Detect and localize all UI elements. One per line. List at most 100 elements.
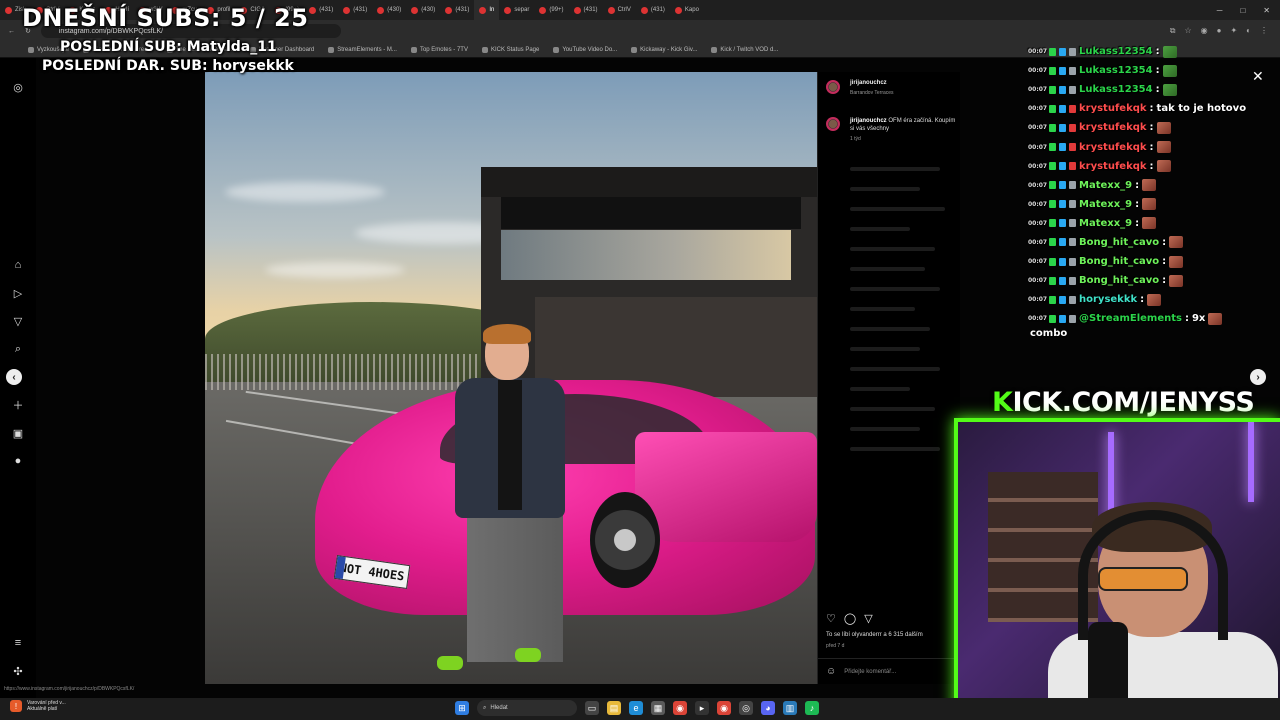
back-icon[interactable]: ←: [8, 28, 15, 35]
like-heart-icon[interactable]: ♡: [826, 612, 836, 625]
close-window-icon[interactable]: ✕: [1263, 6, 1270, 15]
bookmark-item[interactable]: Kick / Twitch VOD d...: [711, 46, 779, 53]
chat-username[interactable]: krystufekqk: [1079, 142, 1147, 153]
chrome-icon[interactable]: ◉: [717, 701, 731, 715]
task-view-icon[interactable]: ▭: [585, 701, 599, 715]
create-icon[interactable]: ＋: [11, 398, 25, 412]
chat-timestamp: 00:07: [1028, 48, 1048, 56]
chat-badge-icon: [1049, 47, 1056, 56]
chat-message: 00:07 Lukass12354:: [1028, 80, 1278, 99]
chat-badge-icon: [1049, 181, 1056, 190]
extension-icon[interactable]: ◉: [1201, 26, 1208, 36]
direct-icon[interactable]: ▽: [11, 314, 25, 328]
bookmark-item[interactable]: StreamElements - M...: [328, 46, 397, 53]
file-explorer-icon[interactable]: ▤: [607, 701, 621, 715]
post-photo[interactable]: NOT 4HOES: [205, 72, 817, 684]
weather-widget[interactable]: ! Varování před v... Aktuálně platí: [10, 700, 66, 712]
chat-username[interactable]: Bong_hit_cavo: [1079, 275, 1159, 286]
stream-screen: Zisk CtrlV Kuwis Havlí w3W mZcu profil CIGA (99+…: [0, 0, 1280, 720]
instagram-logo-icon[interactable]: ◎: [11, 80, 25, 94]
bookmark-label: Kick / Twitch VOD d...: [720, 46, 779, 53]
tab-label: (430): [387, 7, 402, 13]
menu-icon[interactable]: ≡: [11, 636, 25, 650]
store-icon[interactable]: ▦: [651, 701, 665, 715]
star-icon[interactable]: ☆: [1184, 26, 1191, 36]
chat-username[interactable]: Bong_hit_cavo: [1079, 237, 1159, 248]
discord-icon[interactable]: ◕: [761, 701, 775, 715]
post-username[interactable]: jirijanouchcz: [850, 80, 887, 86]
chat-username[interactable]: Bong_hit_cavo: [1079, 256, 1159, 267]
chat-username[interactable]: Lukass12354: [1079, 84, 1153, 95]
bookmark-item[interactable]: YouTube Video Do...: [553, 46, 617, 53]
bookmark-item[interactable]: Kickaway - Kick Giv...: [631, 46, 697, 53]
reels-icon[interactable]: ▷: [11, 286, 25, 300]
search-icon[interactable]: ⌕: [11, 342, 25, 356]
chat-badge-icon: [1059, 143, 1066, 152]
chat-username[interactable]: Lukass12354: [1079, 46, 1153, 57]
chat-message: 00:07 Lukass12354:: [1028, 42, 1278, 61]
home-icon[interactable]: ⌂: [11, 258, 25, 272]
menu-icon[interactable]: ⋮: [1260, 26, 1268, 36]
obs-icon[interactable]: ◎: [739, 701, 753, 715]
browser-tab[interactable]: In: [474, 0, 500, 20]
chat-username[interactable]: krystufekqk: [1079, 122, 1147, 133]
chat-username[interactable]: Matexx_9: [1079, 199, 1132, 210]
taskbar-search[interactable]: ⌕ Hledat: [477, 700, 577, 716]
avatar[interactable]: [826, 117, 840, 131]
avatar[interactable]: [826, 80, 840, 94]
browser-tab[interactable]: Kapo: [670, 0, 704, 20]
profile-icon[interactable]: ◐: [1246, 26, 1251, 36]
maximize-icon[interactable]: □: [1240, 6, 1245, 15]
chat-username[interactable]: horysekkk: [1079, 294, 1137, 305]
browser-tab[interactable]: (431): [569, 0, 603, 20]
chat-colon: :: [1162, 256, 1167, 268]
browser-tab[interactable]: (430): [406, 0, 440, 20]
chat-username[interactable]: @StreamElements: [1079, 313, 1182, 324]
chat-username[interactable]: Lukass12354: [1079, 65, 1153, 76]
chat-badge-icon: [1059, 181, 1066, 190]
previous-post-icon[interactable]: ‹: [6, 369, 22, 385]
bookmark-item[interactable]: KICK Status Page: [481, 46, 539, 53]
chat-colon: :: [1135, 217, 1140, 229]
browser-tab[interactable]: (430): [372, 0, 406, 20]
minimize-icon[interactable]: ─: [1217, 6, 1223, 15]
avatar[interactable]: ●: [11, 454, 25, 468]
meta-icon[interactable]: ✣: [11, 664, 25, 678]
chat-colon: :: [1135, 179, 1140, 191]
post-location[interactable]: Barrandov Terraces: [850, 90, 894, 96]
chat-username[interactable]: krystufekqk: [1079, 161, 1147, 172]
tab-label: Kapo: [684, 7, 699, 13]
chat-emote-icon: [1162, 64, 1177, 77]
tab-label: (99+): [549, 7, 564, 13]
comment-icon[interactable]: ◯: [844, 612, 856, 625]
browser-tab[interactable]: (431): [440, 0, 474, 20]
chat-username[interactable]: krystufekqk: [1079, 103, 1147, 114]
chat-username[interactable]: Matexx_9: [1079, 218, 1132, 229]
emoji-icon[interactable]: ☺: [826, 666, 836, 677]
next-post-icon[interactable]: ›: [1250, 369, 1266, 385]
likes-count[interactable]: To se líbí olyvanderrr a 6 315 dalším: [826, 632, 923, 638]
spotify-icon[interactable]: ♪: [805, 701, 819, 715]
terminal-icon[interactable]: ▸: [695, 701, 709, 715]
browser-tab[interactable]: (431): [304, 0, 338, 20]
share-icon[interactable]: ▽: [864, 612, 872, 625]
chat-username[interactable]: Matexx_9: [1079, 180, 1132, 191]
windows-start-icon[interactable]: ⊞: [455, 701, 469, 715]
threads-icon[interactable]: ▣: [11, 426, 25, 440]
chrome-icon[interactable]: ◉: [673, 701, 687, 715]
bookmark-item[interactable]: Top Emotes - 7TV: [410, 46, 468, 53]
chat-message: 00:07 krystufekqk: tak to je hotovo: [1028, 99, 1278, 118]
browser-tab[interactable]: (99+): [534, 0, 568, 20]
browser-tab[interactable]: CtrlV: [603, 0, 636, 20]
puzzle-icon[interactable]: ✦: [1230, 26, 1237, 36]
comment-input[interactable]: Přidejte komentář...: [844, 669, 896, 675]
browser-tab[interactable]: (431): [338, 0, 372, 20]
edge-icon[interactable]: e: [629, 701, 643, 715]
browser-tab[interactable]: separ: [499, 0, 534, 20]
docs-icon[interactable]: ▥: [783, 701, 797, 715]
extension-icon[interactable]: ●: [1217, 26, 1222, 36]
chat-badge-icon: [1069, 104, 1076, 113]
install-icon[interactable]: ⧉: [1170, 26, 1176, 36]
browser-tab[interactable]: (431): [636, 0, 670, 20]
comment-box[interactable]: ☺ Přidejte komentář...: [818, 658, 961, 684]
